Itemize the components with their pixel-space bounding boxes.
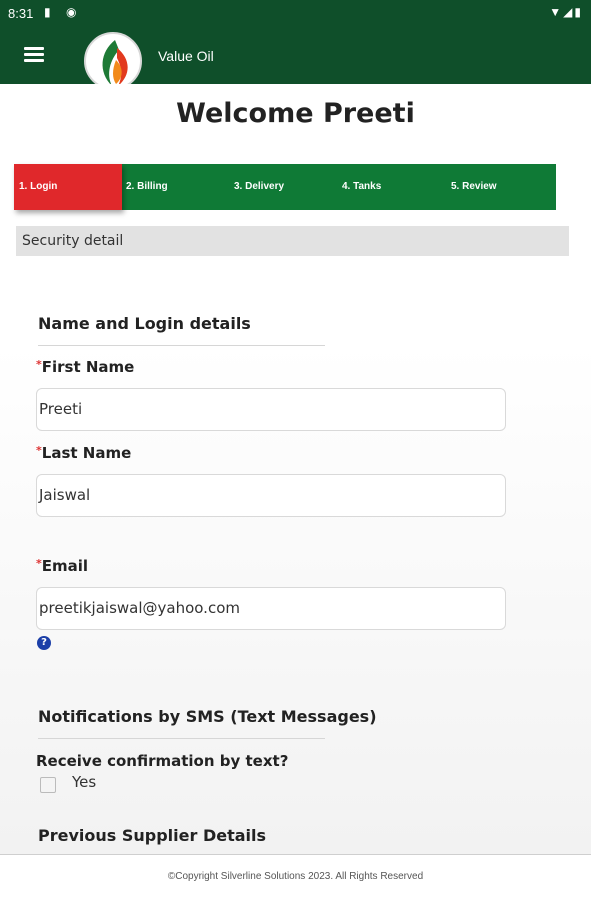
sms-heading: Notifications by SMS (Text Messages) [38, 707, 377, 726]
email-label-text: Email [41, 557, 89, 575]
app-bar: Value Oil [0, 28, 591, 90]
sms-yes-label[interactable]: Yes [72, 773, 96, 791]
step-login[interactable]: 1. Login [14, 164, 122, 210]
divider [38, 738, 325, 739]
status-time: 8:31 [8, 6, 34, 21]
step-tanks[interactable]: 4. Tanks [342, 164, 381, 210]
sms-yes-checkbox[interactable] [40, 777, 56, 793]
last-name-label-text: Last Name [41, 444, 132, 462]
first-name-label: *First Name [36, 358, 134, 376]
step-review[interactable]: 5. Review [451, 164, 497, 210]
notification-icon: ◉ [66, 5, 77, 19]
battery-icon: ▮ [574, 5, 583, 19]
step-delivery[interactable]: 3. Delivery [234, 164, 284, 210]
value-oil-logo [84, 32, 142, 90]
app-title: Value Oil [158, 48, 214, 64]
login-details-heading: Name and Login details [38, 314, 251, 333]
sms-question: Receive confirmation by text? [36, 752, 289, 770]
signal-icon: ◢ [563, 5, 575, 19]
help-icon[interactable]: ? [37, 636, 51, 650]
footer-copyright: ©Copyright Silverline Solutions 2023. Al… [0, 854, 591, 900]
last-name-label: *Last Name [36, 444, 131, 462]
previous-supplier-heading: Previous Supplier Details [38, 826, 267, 845]
first-name-field[interactable]: Preeti [36, 388, 506, 431]
wifi-icon: ▼ [549, 5, 564, 19]
status-right-icons: ▼◢▮ [549, 5, 583, 19]
email-field[interactable]: preetikjaiswal@yahoo.com [36, 587, 506, 630]
email-label: *Email [36, 557, 88, 575]
step-billing[interactable]: 2. Billing [126, 164, 168, 210]
divider [38, 345, 325, 346]
progress-steps: 1. Login 2. Billing 3. Delivery 4. Tanks… [14, 164, 556, 210]
first-name-label-text: First Name [41, 358, 135, 376]
last-name-field[interactable]: Jaiswal [36, 474, 506, 517]
main-content: Welcome Preeti 1. Login 2. Billing 3. De… [0, 84, 591, 854]
sim-icon: ▮ [44, 5, 51, 19]
hamburger-menu-icon[interactable] [24, 47, 44, 63]
page-title: Welcome Preeti [176, 98, 415, 129]
status-bar: 8:31 ▮ ◉ ▼◢▮ [0, 0, 591, 28]
section-header: Security detail [16, 226, 569, 256]
